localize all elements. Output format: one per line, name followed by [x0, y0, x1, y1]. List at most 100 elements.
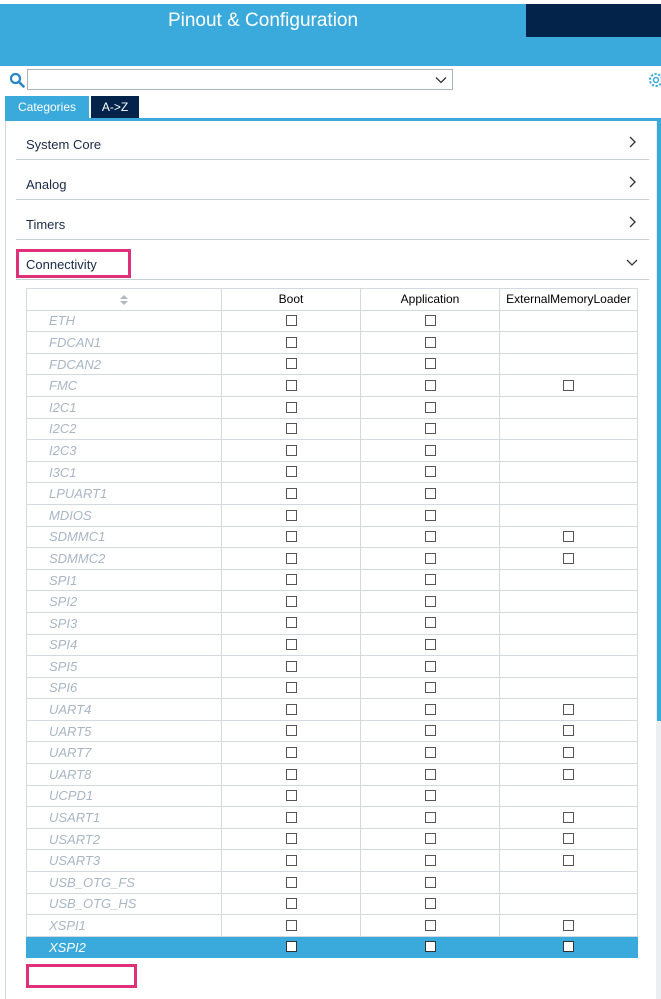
category-timers[interactable]: Timers [16, 200, 649, 240]
application-checkbox[interactable] [424, 531, 436, 543]
boot-checkbox[interactable] [285, 423, 297, 435]
boot-checkbox[interactable] [285, 790, 297, 802]
application-checkbox[interactable] [424, 379, 436, 391]
external-memory-loader-checkbox[interactable] [563, 747, 574, 759]
application-checkbox[interactable] [424, 682, 436, 694]
tab-a-to-z[interactable]: A->Z [91, 96, 139, 118]
application-checkbox[interactable] [424, 833, 436, 845]
boot-checkbox[interactable] [285, 401, 297, 413]
application-checkbox[interactable] [424, 509, 436, 521]
table-row[interactable]: SPI5 [26, 655, 638, 678]
boot-checkbox[interactable] [285, 703, 297, 715]
sort-header[interactable] [26, 288, 222, 311]
boot-checkbox[interactable] [285, 833, 297, 845]
boot-checkbox[interactable] [285, 919, 297, 931]
application-checkbox[interactable] [424, 336, 436, 348]
sort-icon[interactable] [119, 294, 129, 306]
boot-checkbox[interactable] [285, 315, 297, 327]
boot-checkbox[interactable] [285, 358, 297, 370]
application-checkbox[interactable] [424, 423, 436, 435]
application-checkbox[interactable] [424, 811, 436, 823]
boot-checkbox[interactable] [285, 617, 297, 629]
table-row[interactable]: SDMMC1 [26, 525, 638, 549]
boot-checkbox[interactable] [285, 876, 297, 888]
application-checkbox[interactable] [424, 358, 436, 370]
boot-checkbox[interactable] [285, 747, 297, 759]
chevron-down-icon[interactable] [434, 73, 448, 87]
table-row[interactable]: USB_OTG_FS [26, 871, 638, 894]
application-checkbox[interactable] [424, 552, 436, 564]
boot-checkbox[interactable] [285, 639, 297, 651]
application-checkbox[interactable] [424, 617, 436, 629]
boot-checkbox[interactable] [285, 855, 297, 866]
table-row[interactable]: UCPD1 [26, 784, 638, 808]
application-checkbox[interactable] [424, 444, 436, 456]
boot-checkbox[interactable] [285, 552, 297, 564]
application-checkbox[interactable] [424, 703, 436, 715]
boot-checkbox[interactable] [285, 768, 297, 780]
table-row[interactable]: SPI6 [26, 676, 638, 700]
application-checkbox[interactable] [424, 725, 436, 737]
search-icon[interactable] [9, 72, 25, 88]
application-checkbox[interactable] [424, 747, 436, 759]
application-checkbox[interactable] [424, 487, 436, 499]
table-row[interactable]: USART1 [26, 806, 638, 829]
application-checkbox[interactable] [424, 898, 436, 910]
table-row[interactable]: I2C2 [26, 417, 638, 441]
external-memory-loader-checkbox[interactable] [563, 855, 574, 866]
header-dark-tab[interactable] [526, 4, 661, 37]
table-row[interactable]: SPI4 [26, 633, 638, 657]
table-row[interactable]: SDMMC2 [26, 547, 638, 570]
application-checkbox[interactable] [424, 639, 436, 651]
table-row[interactable]: SPI3 [26, 611, 638, 635]
external-memory-loader-checkbox[interactable] [563, 379, 574, 391]
gear-icon[interactable] [646, 71, 661, 89]
table-row[interactable]: MDIOS [26, 503, 638, 527]
table-row[interactable]: SPI2 [26, 590, 638, 613]
table-row[interactable]: UART8 [26, 763, 638, 786]
application-checkbox[interactable] [424, 876, 436, 888]
table-row[interactable]: SPI1 [26, 568, 638, 592]
boot-checkbox[interactable] [285, 379, 297, 391]
table-row[interactable]: USART3 [26, 849, 638, 873]
boot-checkbox[interactable] [285, 941, 297, 953]
external-memory-loader-checkbox[interactable] [563, 941, 574, 953]
table-row[interactable]: FDCAN2 [26, 352, 638, 376]
column-header-external-memory-loader[interactable]: ExternalMemoryLoader [499, 288, 638, 311]
application-checkbox[interactable] [424, 660, 436, 672]
external-memory-loader-checkbox[interactable] [563, 811, 574, 823]
external-memory-loader-checkbox[interactable] [563, 768, 574, 780]
boot-checkbox[interactable] [285, 509, 297, 521]
table-row[interactable]: UART4 [26, 698, 638, 721]
table-row[interactable]: FDCAN1 [26, 331, 638, 354]
table-row[interactable]: USB_OTG_HS [26, 892, 638, 916]
table-row[interactable]: I2C1 [26, 395, 638, 419]
table-row[interactable]: I2C3 [26, 439, 638, 462]
table-row[interactable]: XSPI1 [26, 914, 638, 937]
application-checkbox[interactable] [424, 466, 436, 478]
boot-checkbox[interactable] [285, 574, 297, 586]
boot-checkbox[interactable] [285, 811, 297, 823]
external-memory-loader-checkbox[interactable] [563, 552, 574, 564]
boot-checkbox[interactable] [285, 444, 297, 456]
boot-checkbox[interactable] [285, 487, 297, 499]
table-row[interactable]: FMC [26, 374, 638, 397]
application-checkbox[interactable] [424, 790, 436, 802]
table-row[interactable]: I3C1 [26, 460, 638, 484]
application-checkbox[interactable] [424, 919, 436, 931]
tab-categories[interactable]: Categories [5, 96, 89, 118]
application-checkbox[interactable] [424, 768, 436, 780]
table-row[interactable]: USART2 [26, 827, 638, 851]
scrollbar-thumb[interactable] [657, 121, 661, 721]
category-analog[interactable]: Analog [16, 160, 649, 200]
search-input[interactable] [27, 69, 453, 90]
external-memory-loader-checkbox[interactable] [563, 703, 574, 715]
boot-checkbox[interactable] [285, 595, 297, 607]
column-header-boot[interactable]: Boot [221, 288, 361, 311]
application-checkbox[interactable] [424, 401, 436, 413]
table-row[interactable]: UART7 [26, 741, 638, 765]
application-checkbox[interactable] [424, 855, 436, 866]
application-checkbox[interactable] [424, 574, 436, 586]
category-system-core[interactable]: System Core [16, 120, 649, 160]
table-row[interactable]: XSPI2 [26, 935, 638, 959]
